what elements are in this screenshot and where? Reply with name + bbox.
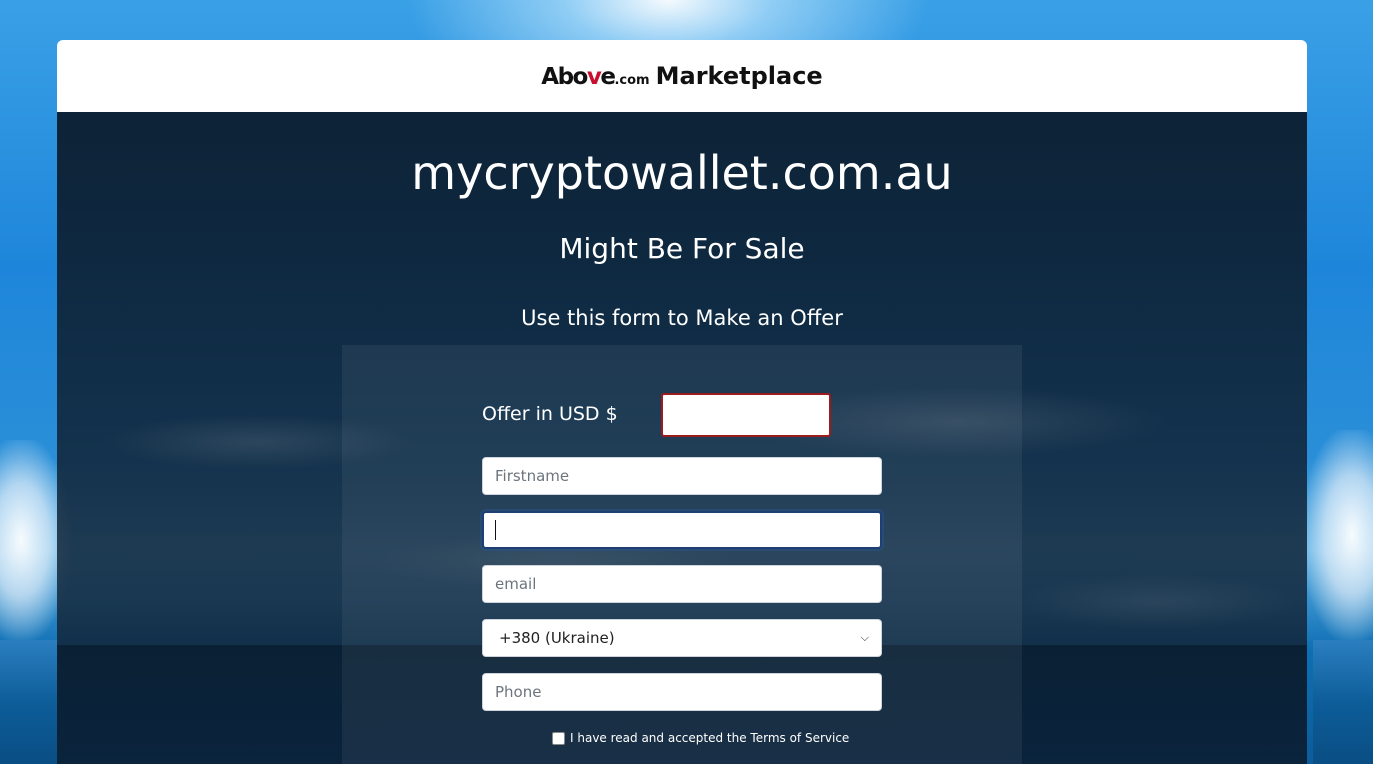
domain-title: mycryptowallet.com.au [411,146,953,200]
offer-label: Offer in USD $ [482,403,618,425]
brand-marketplace-text: Marketplace [655,62,823,90]
chevron-down-icon: ⌵ [860,631,869,644]
background-sea-left [0,640,60,764]
firstname-input[interactable] [482,457,882,495]
country-code-select[interactable]: +380 (Ukraine) ⌵ [482,619,882,657]
country-code-selected-value: +380 (Ukraine) [499,629,615,647]
background-sea-right [1313,640,1373,764]
above-marketplace-logo[interactable]: Above .com Marketplace [541,62,822,90]
terms-checkbox[interactable] [552,731,565,745]
brand-dotcom-text: .com [614,73,650,88]
card-header: Above .com Marketplace [57,40,1307,112]
offer-form: Offer in USD $ +380 (Ukraine) ⌵ I have r… [342,345,1022,764]
terms-label[interactable]: I have read and accepted the Terms of Se… [570,731,849,745]
text-caret [495,520,496,540]
email-input[interactable] [482,565,882,603]
brand-above-text: Above [541,64,616,90]
card-body: mycryptowallet.com.au Might Be For Sale … [57,112,1307,764]
offer-amount-input[interactable] [661,393,831,437]
offer-row: Offer in USD $ [482,393,882,441]
form-intro-text: Use this form to Make an Offer [521,306,843,330]
lastname-input[interactable] [482,511,882,549]
marketplace-card: Above .com Marketplace mycryptowallet.co… [57,40,1307,764]
for-sale-heading: Might Be For Sale [559,232,805,265]
terms-row: I have read and accepted the Terms of Se… [552,731,849,745]
background-clouds-right [1303,430,1373,640]
phone-input[interactable] [482,673,882,711]
